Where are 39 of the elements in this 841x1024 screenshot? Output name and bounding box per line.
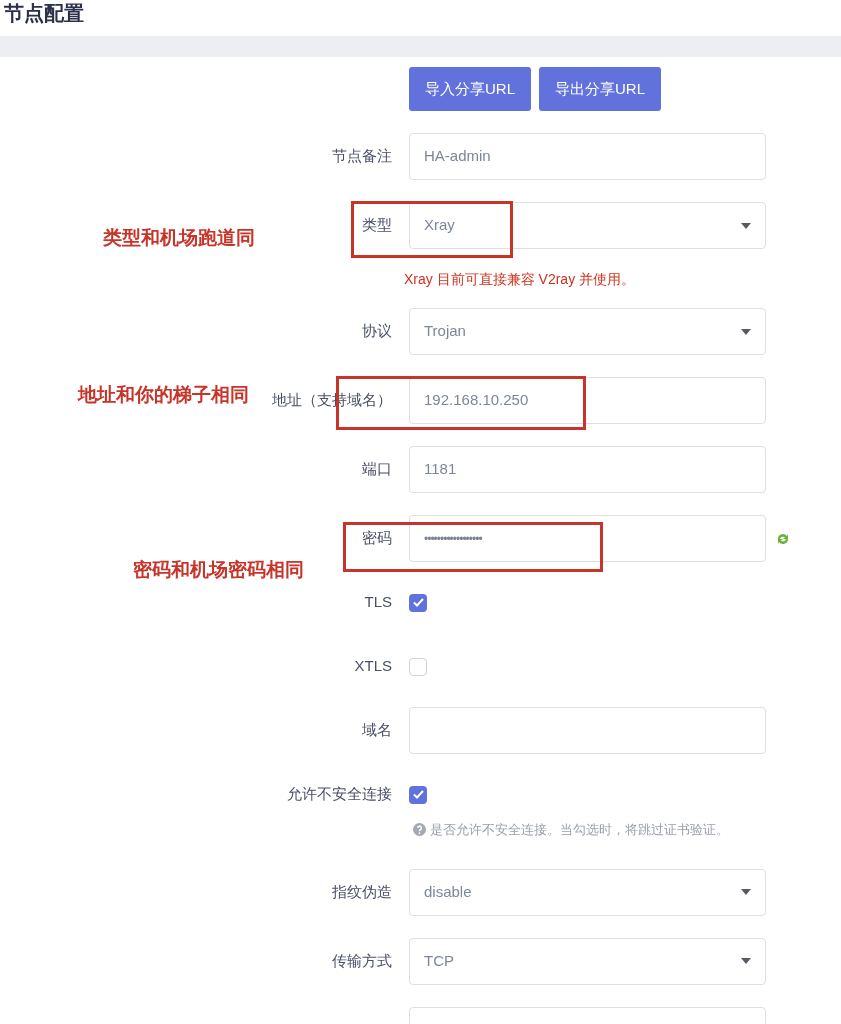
- checkbox[interactable]: [409, 785, 427, 804]
- caret-icon: [741, 958, 751, 964]
- input-field[interactable]: HA-admin: [409, 133, 766, 180]
- password-field[interactable]: ••••••••••••••••••: [409, 515, 766, 562]
- page-title: 节点配置: [3, 1, 85, 26]
- annotation-text: 地址和你的梯子相同: [78, 383, 249, 407]
- help-icon: [413, 823, 426, 837]
- warning-text: Xray 目前可直接兼容 V2ray 并使用。: [404, 270, 636, 289]
- help-text: 是否允许不安全连接。当勾选时，将跳过证书验证。: [430, 821, 729, 839]
- input-field[interactable]: [409, 707, 766, 754]
- select-field[interactable]: Xray: [409, 202, 766, 249]
- caret-icon: [741, 328, 751, 335]
- share-url-button[interactable]: 导入分享URL: [409, 67, 531, 111]
- annotation-text: 密码和机场密码相同: [133, 558, 304, 582]
- field-label: 传输方式: [332, 950, 392, 971]
- input-field[interactable]: 1181: [409, 446, 766, 493]
- field-label: 类型: [362, 215, 392, 236]
- field-label: XTLS: [354, 656, 392, 677]
- field-label: 端口: [362, 459, 392, 480]
- field-label: 协议: [362, 321, 392, 342]
- field-label: 指纹伪造: [332, 881, 392, 902]
- annotation-text: 类型和机场跑道同: [103, 226, 255, 250]
- field-label: 节点备注: [332, 146, 392, 167]
- share-url-button[interactable]: 导出分享URL: [539, 67, 662, 111]
- select-field[interactable]: disable: [409, 868, 766, 916]
- caret-icon: [741, 889, 751, 895]
- checkmark-icon: [412, 598, 424, 607]
- field-label: TLS: [364, 592, 392, 613]
- field-label: 域名: [362, 720, 392, 741]
- select-field[interactable]: Trojan: [409, 308, 766, 355]
- checkbox[interactable]: [409, 593, 427, 612]
- refresh-icon[interactable]: [776, 531, 790, 546]
- input-field[interactable]: 192.168.10.250: [409, 377, 766, 424]
- checkmark-icon: [412, 790, 424, 799]
- checkbox[interactable]: [409, 657, 427, 676]
- field-label: 允许不安全连接: [287, 784, 392, 805]
- select-field[interactable]: TCP: [409, 937, 766, 985]
- caret-icon: [741, 222, 751, 229]
- field-label: 密码: [362, 528, 392, 549]
